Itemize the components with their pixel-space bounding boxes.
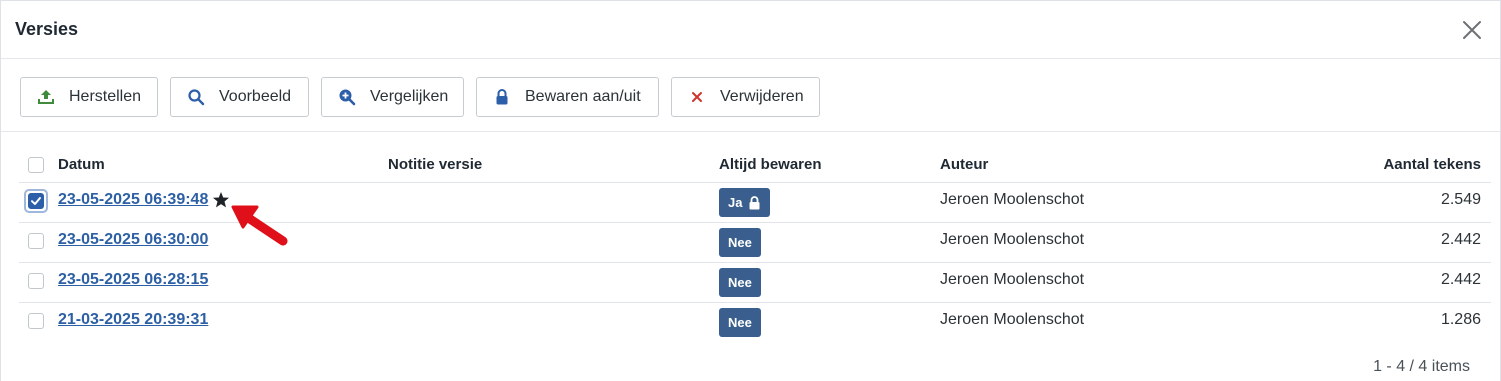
row-checkbox[interactable] [28, 193, 44, 209]
version-char-count: 2.442 [1440, 271, 1481, 288]
always-keep-value: Nee [728, 275, 752, 290]
version-date-link[interactable]: 21-03-2025 20:39:31 [58, 311, 208, 329]
lock-icon [493, 88, 511, 106]
compare-button[interactable]: Vergelijken [321, 77, 464, 117]
preview-label: Voorbeeld [219, 88, 292, 105]
row-checkbox[interactable] [28, 313, 44, 329]
annotation-arrow-icon [229, 193, 293, 251]
row-checkbox[interactable] [28, 273, 44, 289]
always-keep-badge[interactable]: Nee [719, 228, 761, 257]
always-keep-value: Nee [728, 315, 752, 330]
check-icon [31, 197, 41, 205]
preview-button[interactable]: Voorbeeld [170, 77, 309, 117]
upload-icon [37, 88, 55, 106]
version-char-count: 2.442 [1440, 231, 1481, 248]
version-char-count: 2.549 [1440, 191, 1481, 208]
close-icon[interactable] [1461, 19, 1483, 41]
always-keep-value: Ja [728, 195, 743, 210]
version-date-link[interactable]: 23-05-2025 06:30:00 [58, 231, 208, 249]
select-all-checkbox[interactable] [28, 157, 44, 173]
dialog-header: Versies [1, 1, 1500, 59]
version-author: Jeroen Moolenschot [940, 271, 1085, 288]
toolbar: Herstellen Voorbeeld Vergelijken Bewaren… [1, 60, 1500, 132]
version-char-count: 1.286 [1440, 311, 1481, 328]
version-author: Jeroen Moolenschot [940, 311, 1085, 328]
always-keep-badge[interactable]: Ja [719, 188, 771, 217]
row-checkbox[interactable] [28, 233, 44, 249]
column-header-char-count[interactable]: Aantal tekens [1383, 156, 1481, 173]
column-header-author[interactable]: Auteur [940, 156, 988, 173]
close-x-icon [688, 88, 706, 106]
table-row[interactable]: 23-05-2025 06:28:15 Nee Jeroen Moolensch… [19, 263, 1491, 303]
keep-toggle-button[interactable]: Bewaren aan/uit [476, 77, 659, 117]
version-date-link[interactable]: 23-05-2025 06:28:15 [58, 271, 208, 289]
versions-dialog: Versies Herstellen Voorbeeld Vergelijken [0, 0, 1501, 381]
keep-toggle-label: Bewaren aan/uit [525, 88, 641, 105]
lock-icon [749, 195, 760, 209]
dialog-title: Versies [15, 19, 79, 39]
version-date-link[interactable]: 23-05-2025 06:39:48 [58, 191, 208, 209]
always-keep-badge[interactable]: Nee [719, 308, 761, 337]
restore-label: Herstellen [69, 88, 142, 105]
version-author: Jeroen Moolenschot [940, 231, 1085, 248]
search-icon [187, 88, 205, 106]
delete-button[interactable]: Verwijderen [671, 77, 820, 117]
column-header-note[interactable]: Notitie versie [388, 156, 482, 173]
column-header-always-keep[interactable]: Altijd bewaren [719, 156, 822, 173]
always-keep-value: Nee [728, 235, 752, 250]
star-icon [212, 191, 230, 209]
zoom-in-icon [338, 88, 356, 106]
table-header: Datum Notitie versie Altijd bewaren Aute… [19, 145, 1491, 183]
restore-button[interactable]: Herstellen [20, 77, 158, 117]
pagination-info: 1 - 4 / 4 items [1373, 358, 1470, 375]
always-keep-badge[interactable]: Nee [719, 268, 761, 297]
delete-label: Verwijderen [720, 88, 804, 105]
version-author: Jeroen Moolenschot [940, 191, 1085, 208]
column-header-date[interactable]: Datum [58, 156, 105, 173]
table-row[interactable]: 21-03-2025 20:39:31 Nee Jeroen Moolensch… [19, 303, 1491, 343]
compare-label: Vergelijken [370, 88, 449, 105]
